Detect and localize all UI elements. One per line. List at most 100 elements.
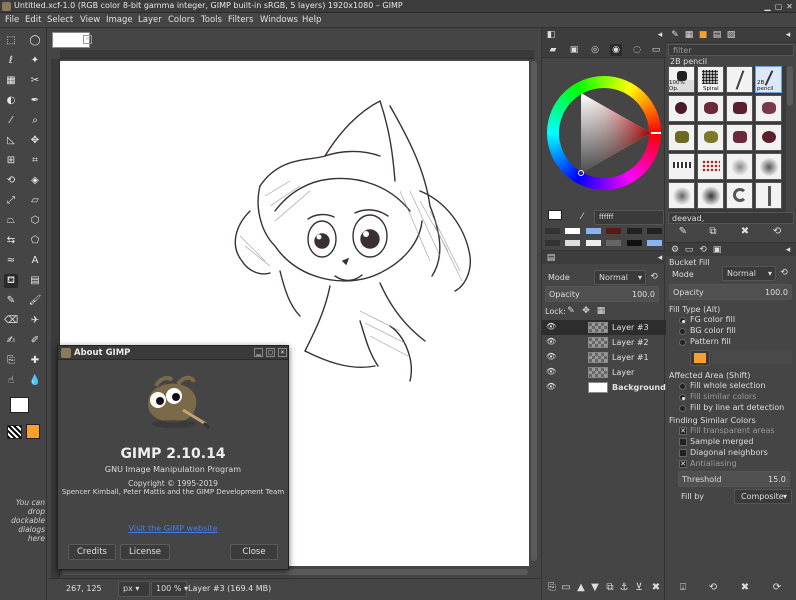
new-layer-group-icon[interactable]: ▭: [559, 581, 573, 595]
merge-layer-icon[interactable]: ⊻: [632, 581, 646, 595]
antialiasing-checkbox[interactable]: ✕: [679, 460, 687, 468]
scissors-icon[interactable]: ✂: [28, 74, 42, 88]
brush-thumbnail[interactable]: [668, 95, 695, 122]
heal-icon[interactable]: ✚: [28, 354, 42, 368]
brush-filter-input[interactable]: filter: [668, 44, 794, 56]
fill-by-select[interactable]: Composite ▾: [734, 489, 792, 504]
undo-history-tab-icon[interactable]: ⟲: [697, 244, 709, 256]
history-swatch[interactable]: [565, 228, 580, 234]
layer-row[interactable]: 👁 Layer #3: [542, 320, 666, 335]
zoom-select[interactable]: 100 % ▾: [151, 581, 188, 597]
palette-selector-icon[interactable]: ▭: [650, 44, 662, 56]
layer-mode-select[interactable]: Normal ▾: [594, 270, 646, 285]
ink-icon[interactable]: ✍: [4, 334, 18, 348]
vertical-scrollbar[interactable]: [531, 61, 537, 561]
maximize-icon[interactable]: ▢: [774, 2, 783, 11]
zoom-icon[interactable]: ⌕: [28, 114, 42, 128]
gimp-selector-icon[interactable]: ▰: [547, 44, 559, 56]
patterns-tab-icon[interactable]: ▦: [683, 29, 695, 41]
raise-layer-icon[interactable]: ▲: [574, 581, 588, 595]
color-picker-icon[interactable]: ⁄: [4, 114, 18, 128]
perspective-icon[interactable]: ⏢: [4, 214, 18, 228]
menu-windows[interactable]: Windows: [260, 15, 298, 25]
clone-icon[interactable]: ⎘: [4, 354, 18, 368]
fill-whole-selection-radio[interactable]: [679, 383, 686, 390]
brush-thumbnail-selected[interactable]: 2B pencil: [755, 66, 782, 93]
brush-grid[interactable]: 100% Op. Spiral 2B pencil: [668, 66, 786, 212]
history-swatch[interactable]: [627, 228, 642, 234]
pattern-indicator-icon[interactable]: [26, 424, 40, 439]
color-picker-icon[interactable]: ⁄: [576, 211, 588, 223]
layer-row[interactable]: 👁 Layer #1: [542, 350, 666, 365]
dock-menu-icon[interactable]: ◂: [782, 29, 794, 41]
delete-brush-icon[interactable]: ✖: [738, 225, 752, 239]
brush-thumbnail[interactable]: [668, 182, 695, 209]
history-swatch[interactable]: [606, 228, 621, 234]
history-swatch[interactable]: [586, 240, 601, 246]
brush-tag-input[interactable]: deevad,: [668, 212, 794, 224]
history-swatch[interactable]: [647, 240, 662, 246]
free-select-icon[interactable]: ℓ: [4, 54, 18, 68]
horizontal-ruler[interactable]: [60, 50, 534, 59]
layers-tab-icon[interactable]: ▤: [545, 252, 557, 264]
lock-pixels-icon[interactable]: ✎: [565, 305, 577, 317]
fonts-tab-icon[interactable]: ▤: [711, 29, 723, 41]
fill-transparent-checkbox[interactable]: ✕: [679, 427, 687, 435]
brush-thumbnail[interactable]: Spiral: [697, 66, 724, 93]
layer-row[interactable]: 👁 Layer #2: [542, 335, 666, 350]
visibility-eye-icon[interactable]: 👁: [546, 367, 558, 377]
flip-icon[interactable]: ⇆: [4, 234, 18, 248]
fill-type-pattern-radio[interactable]: [679, 339, 686, 346]
lock-alpha-icon[interactable]: ▦: [595, 305, 607, 317]
cage-icon[interactable]: ⬠: [28, 234, 42, 248]
gradient-icon[interactable]: ▤: [28, 274, 42, 288]
menu-select[interactable]: Select: [47, 15, 73, 25]
visibility-eye-icon[interactable]: 👁: [546, 352, 558, 362]
tool-options-tab-icon[interactable]: ⚙: [669, 244, 681, 256]
warp-icon[interactable]: ≈: [4, 254, 18, 268]
hex-color-field[interactable]: ffffff: [594, 210, 664, 225]
brush-thumbnail[interactable]: 100% Op.: [668, 66, 695, 93]
move-icon[interactable]: ✥: [28, 134, 42, 148]
pencil-icon[interactable]: ✎: [4, 294, 18, 308]
crop-icon[interactable]: ⌗: [28, 154, 42, 168]
scales-selector-icon[interactable]: ◌: [631, 44, 643, 56]
measure-icon[interactable]: ◺: [4, 134, 18, 148]
color-triangle[interactable]: [547, 76, 661, 190]
brush-thumbnail[interactable]: [697, 153, 724, 180]
layer-opacity-slider[interactable]: Opacity 100.0: [545, 286, 659, 302]
visibility-eye-icon[interactable]: 👁: [546, 322, 558, 332]
close-icon[interactable]: ✕: [278, 348, 287, 357]
device-status-tab-icon[interactable]: ▭: [683, 244, 695, 256]
tool-opacity-slider[interactable]: Opacity 100.0: [669, 284, 792, 300]
delete-tool-preset-icon[interactable]: ✖: [738, 581, 752, 595]
history-swatch[interactable]: [565, 240, 580, 246]
gradients-tab-icon[interactable]: ■: [697, 29, 709, 41]
lower-layer-icon[interactable]: ▼: [588, 581, 602, 595]
dock-menu-icon[interactable]: ◂: [654, 29, 666, 41]
fg-bg-color-icon[interactable]: ◧: [545, 29, 557, 41]
duplicate-layer-icon[interactable]: ⧉: [603, 581, 617, 595]
pattern-preview-button[interactable]: [690, 350, 710, 366]
paintbrush-icon[interactable]: 🖌: [28, 294, 42, 308]
fill-type-fg-radio[interactable]: [679, 317, 686, 324]
scale-icon[interactable]: ⤢: [4, 194, 18, 208]
watercolor-selector-icon[interactable]: ◎: [589, 44, 601, 56]
eraser-icon[interactable]: ⌫: [4, 314, 18, 328]
dock-menu-icon[interactable]: ◂: [782, 244, 794, 256]
history-swatch[interactable]: [545, 228, 560, 234]
visibility-eye-icon[interactable]: 👁: [546, 382, 558, 392]
brush-thumbnail[interactable]: [697, 182, 724, 209]
unified-transform-icon[interactable]: ⟲: [4, 174, 18, 188]
brush-thumbnail[interactable]: [668, 124, 695, 151]
fg-color-preview[interactable]: [548, 210, 562, 220]
fuzzy-select-icon[interactable]: ✦: [28, 54, 42, 68]
menu-tools[interactable]: Tools: [201, 15, 222, 25]
unit-select[interactable]: px ▾: [118, 581, 150, 597]
align-icon[interactable]: ⊞: [4, 154, 18, 168]
brush-thumbnail[interactable]: [726, 95, 753, 122]
brush-thumbnail[interactable]: [697, 95, 724, 122]
menu-help[interactable]: Help: [302, 15, 321, 25]
brush-thumbnail[interactable]: [755, 95, 782, 122]
3d-transform-icon[interactable]: ⬡: [28, 214, 42, 228]
